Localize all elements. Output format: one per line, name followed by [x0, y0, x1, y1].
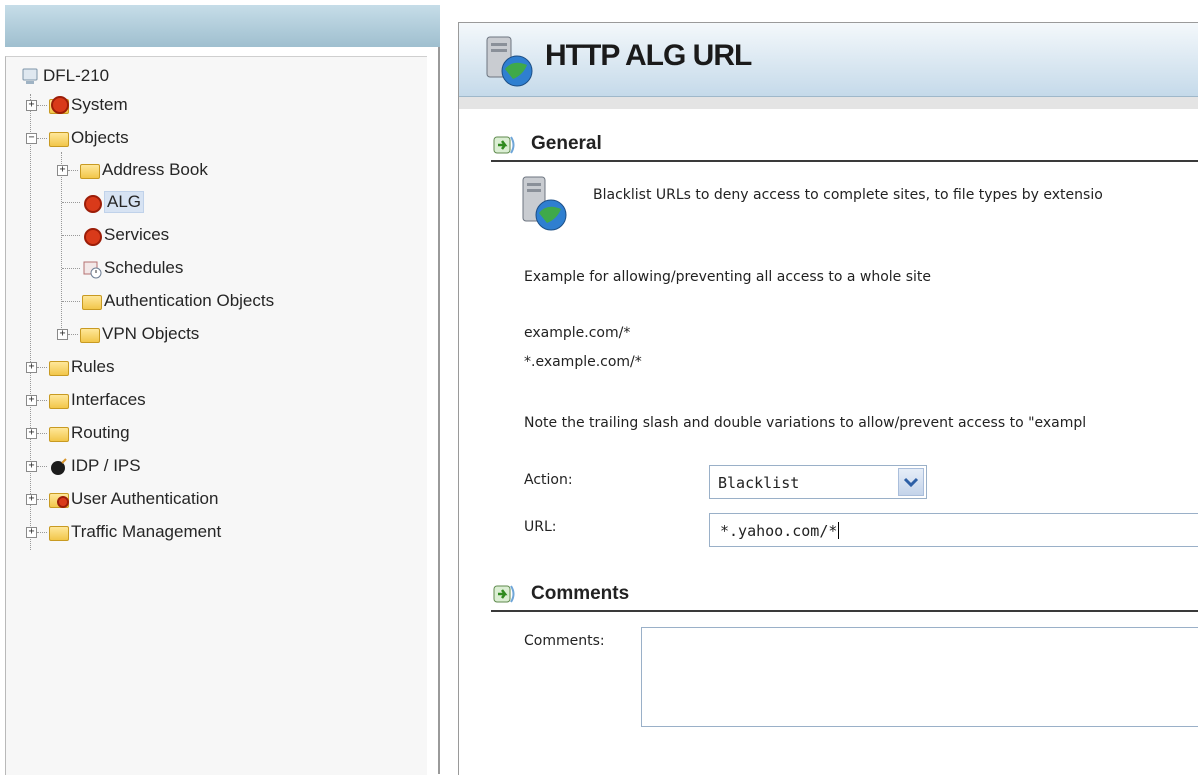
tree-item-idp-ips[interactable]: IDP / IPS: [49, 453, 141, 479]
vpn-folder-icon: [80, 325, 100, 343]
example-url-1: example.com/*: [524, 325, 631, 341]
tree-item-system[interactable]: System: [49, 92, 128, 118]
rules-traffic-light-icon: [49, 358, 69, 376]
text-caret: [838, 522, 840, 539]
panel-divider[interactable]: [438, 47, 440, 774]
action-select[interactable]: Blacklist: [709, 465, 927, 499]
comments-label: Comments:: [524, 633, 605, 649]
chevron-down-icon[interactable]: [898, 468, 924, 496]
tree-item-user-authentication[interactable]: User Authentication: [49, 486, 218, 512]
general-section-title: General: [531, 133, 602, 154]
example-url-2: *.example.com/*: [524, 354, 642, 370]
expand-vpn-objects-button[interactable]: +: [57, 329, 68, 340]
note-text: Note the trailing slash and double varia…: [524, 415, 1087, 431]
page-title-bar: HTTP ALG URL: [459, 23, 1198, 97]
schedule-clock-icon: [82, 259, 102, 279]
server-globe-icon: [519, 175, 577, 235]
address-book-icon: [80, 161, 100, 179]
routing-icon: [49, 424, 69, 442]
server-globe-icon: [479, 33, 539, 89]
url-label: URL:: [524, 519, 557, 535]
collapse-objects-button[interactable]: −: [26, 133, 37, 144]
content-panel: HTTP ALG URL General Blacklist URLs to d…: [458, 22, 1198, 775]
example-intro-text: Example for allowing/preventing all acce…: [524, 269, 932, 285]
tree-item-alg[interactable]: ALG: [82, 189, 145, 215]
folder-open-icon: [49, 129, 69, 147]
comments-section-divider: [491, 610, 1198, 612]
title-bar-shadow: [459, 97, 1198, 109]
services-icon: [82, 226, 102, 246]
navigation-tree: DFL-210 + System − Objects + Address Boo…: [5, 56, 427, 775]
general-description: Blacklist URLs to deny access to complet…: [593, 187, 1103, 203]
comments-textarea[interactable]: [641, 627, 1198, 727]
interfaces-icon: [49, 391, 69, 409]
navigation-header: [5, 5, 440, 47]
expand-address-book-button[interactable]: +: [57, 165, 68, 176]
expand-traffic-management-button[interactable]: +: [26, 527, 37, 538]
tree-item-authentication-objects[interactable]: Authentication Objects: [82, 288, 274, 314]
expand-idp-ips-button[interactable]: +: [26, 461, 37, 472]
expand-system-button[interactable]: +: [26, 100, 37, 111]
general-section-divider: [491, 160, 1198, 162]
tree-item-services[interactable]: Services: [82, 222, 169, 248]
section-arrow-icon: [493, 584, 517, 606]
system-icon: [49, 96, 69, 114]
expand-user-authentication-button[interactable]: +: [26, 494, 37, 505]
action-select-value: Blacklist: [718, 474, 800, 492]
comments-section-title: Comments: [531, 583, 630, 604]
key-folder-icon: [82, 292, 102, 310]
user-auth-icon: [49, 490, 69, 508]
url-input[interactable]: *.yahoo.com/*: [709, 513, 1198, 547]
action-label: Action:: [524, 472, 573, 488]
tree-item-address-book[interactable]: Address Book: [80, 157, 208, 183]
tree-item-routing[interactable]: Routing: [49, 420, 130, 446]
page-title: HTTP ALG URL: [545, 39, 752, 72]
tree-item-schedules[interactable]: Schedules: [82, 255, 183, 281]
section-arrow-icon: [493, 135, 517, 157]
expand-routing-button[interactable]: +: [26, 428, 37, 439]
expand-rules-button[interactable]: +: [26, 362, 37, 373]
tree-item-interfaces[interactable]: Interfaces: [49, 387, 146, 413]
tree-item-vpn-objects[interactable]: VPN Objects: [80, 321, 199, 347]
expand-interfaces-button[interactable]: +: [26, 395, 37, 406]
alg-gear-icon: [82, 193, 102, 213]
tree-item-objects[interactable]: Objects: [49, 125, 129, 151]
traffic-management-icon: [49, 523, 69, 541]
url-input-value: *.yahoo.com/*: [720, 522, 840, 540]
tree-item-traffic-management[interactable]: Traffic Management: [49, 519, 221, 545]
tree-item-rules[interactable]: Rules: [49, 354, 114, 380]
tree-item-root[interactable]: DFL-210: [21, 63, 109, 89]
navigation-panel: DFL-210 + System − Objects + Address Boo…: [0, 0, 440, 775]
firewall-device-icon: [21, 67, 41, 85]
idp-bomb-icon: [49, 457, 69, 475]
